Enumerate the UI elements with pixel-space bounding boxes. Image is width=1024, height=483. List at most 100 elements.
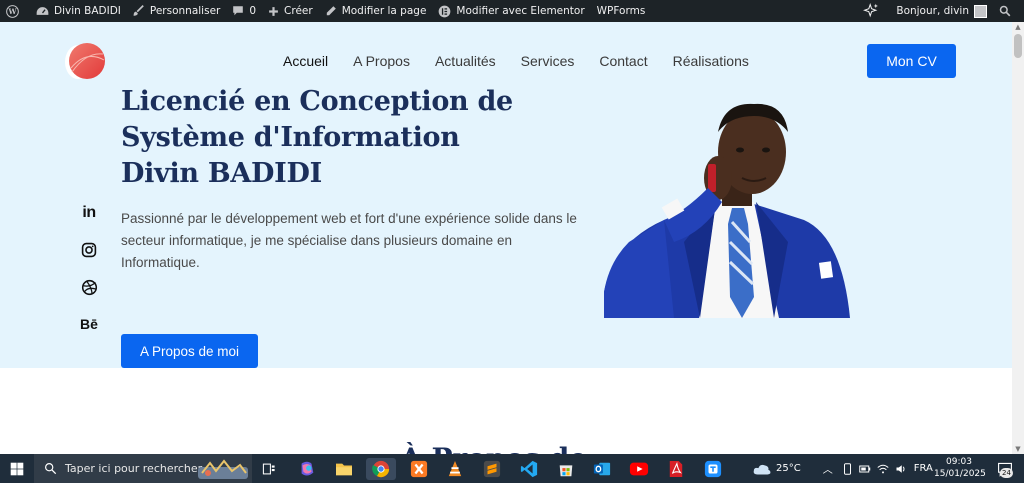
profile-photo — [604, 92, 854, 318]
nav-accueil[interactable]: Accueil — [283, 53, 328, 69]
taskbar-outlook[interactable] — [591, 458, 613, 480]
notification-center-button[interactable]: 24 — [994, 458, 1016, 480]
wordpress-logo-button[interactable]: W — [0, 0, 30, 22]
edit-elementor-label: Modifier avec Elementor — [456, 5, 585, 17]
windows-logo-icon — [10, 462, 24, 476]
sparkle-icon — [863, 3, 879, 18]
wpforms-label: WPForms — [596, 5, 646, 17]
search-icon — [45, 463, 57, 475]
taskbar-app-blue[interactable] — [702, 458, 724, 480]
vscode-icon — [520, 460, 538, 478]
clock-time: 09:03 — [946, 457, 972, 467]
nav-services[interactable]: Services — [521, 53, 575, 69]
vlc-icon — [448, 461, 462, 477]
about-me-button[interactable]: A Propos de moi — [121, 334, 258, 368]
taskbar-file-explorer[interactable] — [333, 458, 355, 480]
start-button[interactable] — [6, 458, 28, 480]
taskbar-sublime-text[interactable] — [481, 458, 503, 480]
taskbar-copilot[interactable] — [296, 458, 318, 480]
headline-line-2: Système d'Information — [121, 122, 460, 153]
wp-admin-bar: W Divin BADIDI Personnaliser 0 Créer Mod… — [0, 0, 1024, 22]
copilot-icon — [301, 461, 314, 476]
comments-link[interactable]: 0 — [226, 0, 262, 22]
store-icon — [559, 465, 573, 477]
linkedin-link[interactable]: in — [78, 202, 100, 224]
wordpress-icon: W — [6, 4, 19, 18]
vertical-scrollbar[interactable]: ▲ ▼ — [1012, 22, 1024, 454]
cv-button[interactable]: Mon CV — [867, 44, 956, 78]
scroll-up-arrow-icon[interactable]: ▲ — [1012, 22, 1024, 32]
taskbar-vlc[interactable] — [444, 458, 466, 480]
brush-icon — [133, 5, 144, 16]
hero-intro-text: Passionné par le développement web et fo… — [121, 211, 577, 270]
instagram-link[interactable] — [78, 239, 100, 261]
search-icon — [999, 5, 1011, 17]
customize-link[interactable]: Personnaliser — [127, 0, 226, 22]
windows-taskbar: Taper ici pour rechercher 25°C ︿ FRA 09:… — [0, 454, 1024, 483]
weather-temp[interactable]: 25°C — [776, 463, 801, 474]
edit-elementor-link[interactable]: Modifier avec Elementor — [432, 0, 590, 22]
chrome-icon — [372, 460, 390, 478]
avatar — [974, 4, 987, 18]
system-tray: 25°C ︿ FRA — [752, 454, 933, 483]
phone-link-icon[interactable] — [842, 462, 853, 475]
taskbar-acrobat[interactable] — [665, 458, 687, 480]
outlook-icon — [593, 462, 611, 476]
hero-section — [0, 22, 1012, 368]
comments-count: 0 — [249, 5, 257, 17]
taskbar-xampp[interactable] — [408, 458, 430, 480]
taskbar-clock[interactable]: 09:03 15/01/2025 — [934, 456, 986, 480]
nav-realisations[interactable]: Réalisations — [673, 53, 749, 69]
scrollbar-thumb[interactable] — [1014, 34, 1022, 58]
dribbble-icon — [81, 279, 97, 295]
logo-icon — [65, 43, 105, 79]
hero-headline: Licencié en Conception de Système d'Info… — [121, 84, 513, 192]
taskbar-search-box[interactable]: Taper ici pour rechercher — [34, 454, 252, 483]
dribbble-link[interactable] — [78, 276, 100, 298]
ai-sparkle-button[interactable] — [857, 0, 890, 22]
folder-icon — [336, 463, 352, 476]
behance-link[interactable]: Bē — [78, 313, 100, 335]
taskbar-chrome[interactable] — [366, 458, 396, 480]
site-name-link[interactable]: Divin BADIDI — [30, 0, 127, 22]
clock-date: 15/01/2025 — [934, 469, 986, 479]
nav-contact[interactable]: Contact — [599, 53, 647, 69]
wpforms-link[interactable]: WPForms — [591, 0, 652, 22]
nav-actualites[interactable]: Actualités — [435, 53, 496, 69]
behance-icon: Bē — [80, 316, 98, 332]
battery-icon[interactable] — [858, 463, 871, 475]
taskbar-youtube[interactable] — [628, 458, 650, 480]
social-links: in Bē — [78, 202, 100, 350]
greeting-label: Bonjour, divin — [896, 5, 969, 17]
admin-search-button[interactable] — [993, 0, 1024, 22]
search-placeholder: Taper ici pour rechercher — [65, 462, 203, 475]
new-content-link[interactable]: Créer — [262, 0, 319, 22]
task-view-button[interactable] — [258, 458, 280, 480]
page-viewport: Accueil A Propos Actualités Services Con… — [0, 22, 1012, 454]
wifi-icon[interactable] — [877, 463, 889, 475]
comment-icon — [233, 6, 244, 16]
dashboard-icon — [36, 7, 49, 15]
main-navigation: Accueil A Propos Actualités Services Con… — [283, 53, 774, 69]
pencil-icon — [326, 6, 336, 16]
scroll-down-arrow-icon[interactable]: ▼ — [1012, 444, 1024, 454]
edit-page-link[interactable]: Modifier la page — [319, 0, 433, 22]
search-highlight-illustration-icon — [198, 459, 248, 479]
site-logo[interactable] — [58, 42, 108, 82]
chevron-up-icon[interactable]: ︿ — [823, 461, 833, 476]
elementor-icon — [439, 5, 451, 17]
edit-page-label: Modifier la page — [341, 5, 427, 17]
my-account-link[interactable]: Bonjour, divin — [890, 0, 993, 22]
nav-a-propos[interactable]: A Propos — [353, 53, 410, 69]
linkedin-icon: in — [82, 204, 96, 221]
xampp-icon — [410, 460, 428, 478]
taskbar-store[interactable] — [555, 458, 577, 480]
headline-line-3: Divin BADIDI — [121, 158, 322, 189]
customize-label: Personnaliser — [149, 5, 221, 17]
language-indicator[interactable]: FRA — [914, 463, 933, 474]
plus-icon — [269, 6, 278, 16]
volume-icon[interactable] — [895, 463, 907, 475]
task-view-icon — [262, 463, 275, 475]
next-section-heading: À Propos de moi — [400, 442, 630, 454]
taskbar-vscode[interactable] — [518, 458, 540, 480]
